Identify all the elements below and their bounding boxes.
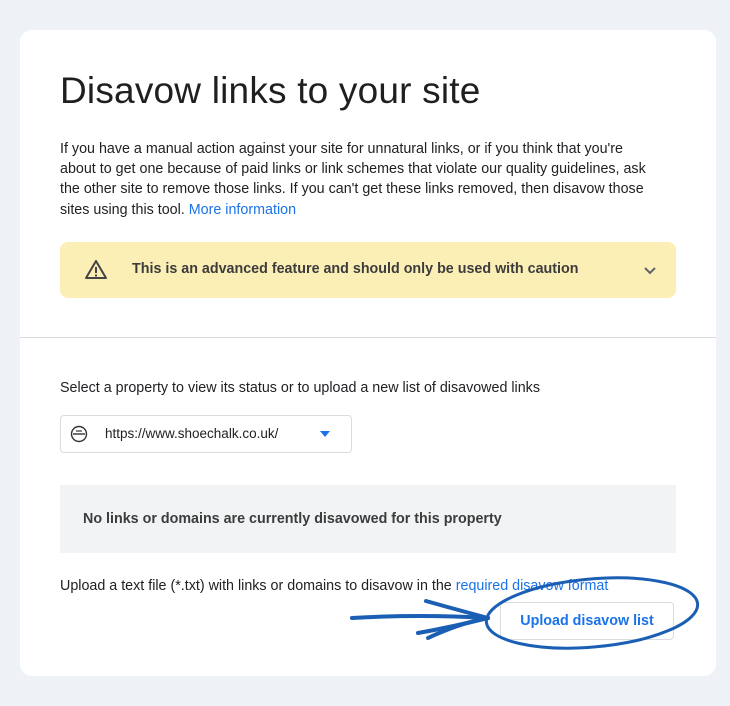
description-text: If you have a manual action against your… (60, 141, 646, 218)
property-selector[interactable]: https://www.shoechalk.co.uk/ (60, 415, 352, 453)
chevron-down-icon[interactable] (638, 258, 662, 282)
warning-text: This is an advanced feature and should o… (132, 261, 579, 277)
property-select-label: Select a property to view its status or … (60, 380, 540, 396)
section-divider (20, 337, 716, 338)
more-information-link[interactable]: More information (189, 202, 296, 218)
caution-warning-banner[interactable]: This is an advanced feature and should o… (60, 242, 676, 298)
selected-property-url: https://www.shoechalk.co.uk/ (105, 426, 279, 441)
dropdown-caret-icon (320, 431, 330, 437)
disavow-status-box: No links or domains are currently disavo… (60, 485, 676, 553)
warning-triangle-icon (85, 260, 107, 279)
required-format-link[interactable]: required disavow format (456, 578, 609, 594)
upload-instructions-text: Upload a text file (*.txt) with links or… (60, 578, 452, 594)
url-prefix-property-icon (70, 425, 88, 443)
upload-disavow-list-button[interactable]: Upload disavow list (500, 602, 674, 640)
upload-instructions: Upload a text file (*.txt) with links or… (60, 578, 608, 594)
page-description: If you have a manual action against your… (60, 139, 660, 220)
disavow-status-message: No links or domains are currently disavo… (83, 511, 502, 527)
disavow-card: Disavow links to your site If you have a… (20, 30, 716, 676)
page-title: Disavow links to your site (60, 70, 481, 111)
